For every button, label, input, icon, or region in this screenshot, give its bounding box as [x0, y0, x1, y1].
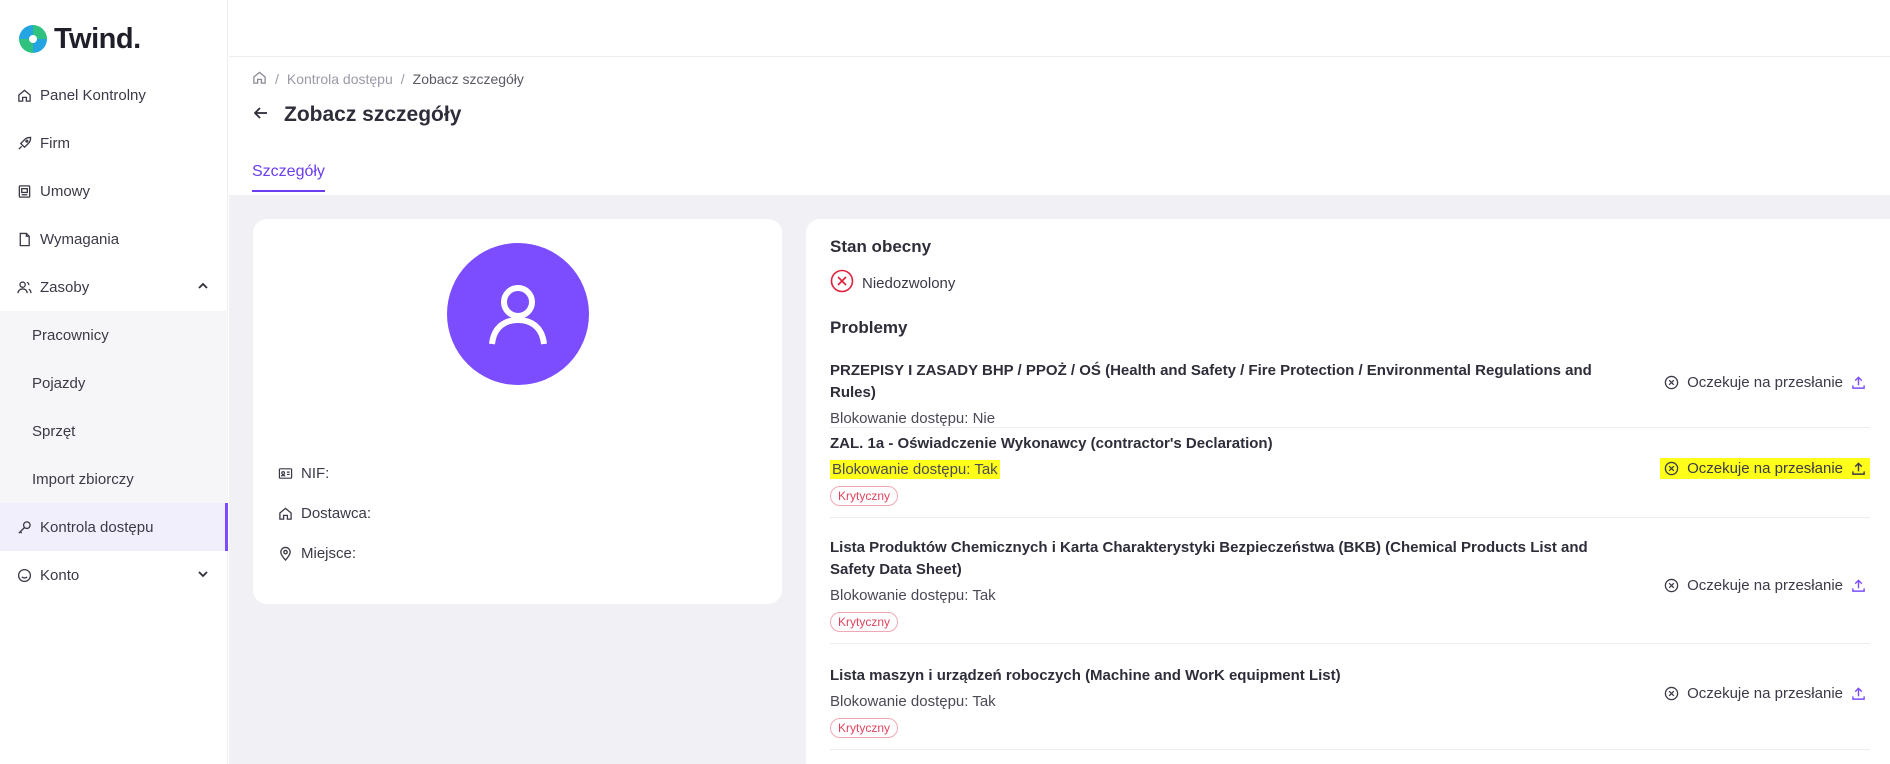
- breadcrumb-separator: /: [400, 71, 405, 87]
- chevron-up-icon[interactable]: [196, 279, 210, 293]
- sidebar-subitem-label: Pracownicy: [32, 326, 109, 344]
- sidebar-subitem-label: Pojazdy: [32, 374, 86, 392]
- critical-badge: Krytyczny: [830, 612, 899, 632]
- problem-item: ZAL. 1a - Oświadczenie Wykonawcy (contra…: [830, 433, 1870, 518]
- sidebar-item-firm[interactable]: Firm: [0, 119, 228, 167]
- problem-title: ZAL. 1a - Oświadczenie Wykonawcy (contra…: [830, 435, 1273, 452]
- users-icon: [16, 279, 32, 295]
- critical-badge: Krytyczny: [830, 486, 899, 506]
- status-value: Niedozwolony: [862, 274, 956, 292]
- problem-item: Lista maszyn i urządzeń roboczych (Machi…: [830, 665, 1870, 750]
- problem-blocking: Blokowanie dostępu: Tak: [830, 460, 1000, 479]
- problem-status-label: Oczekuje na przesłanie: [1687, 460, 1843, 477]
- breadcrumb: / Kontrola dostępu / Zobacz szczegóły: [252, 70, 524, 88]
- top-bar: [229, 0, 1890, 57]
- status-row: Niedozwolony: [830, 269, 955, 297]
- problems-title: Problemy: [830, 318, 908, 337]
- breadcrumb-current: Zobacz szczegóły: [412, 71, 524, 87]
- chevron-down-icon[interactable]: [196, 567, 210, 581]
- nif-label: NIF:: [301, 465, 330, 482]
- rocket-icon: [16, 135, 32, 151]
- id-card-icon: [277, 466, 293, 482]
- sidebar-item-label: Wymagania: [40, 230, 120, 248]
- contract-icon: [16, 183, 32, 199]
- logo[interactable]: Twind.: [16, 22, 141, 56]
- problem-title: Lista Produktów Chemicznych i Karta Char…: [830, 539, 1588, 578]
- avatar: [447, 243, 589, 385]
- problem-blocking: Blokowanie dostępu: Tak: [830, 693, 996, 710]
- place-label: Miejsce:: [301, 545, 357, 562]
- pending-circle-icon: [1664, 375, 1679, 390]
- status-title: Stan obecny: [830, 237, 932, 256]
- pending-circle-icon: [1664, 578, 1679, 593]
- logo-text: Twind.: [54, 22, 141, 55]
- sidebar-subitem-import-zbiorczy[interactable]: Import zbiorczy: [0, 455, 228, 503]
- error-circle-icon: [830, 269, 854, 297]
- problem-status: Oczekuje na przesłanie: [1660, 683, 1870, 704]
- sidebar-subitem-label: Sprzęt: [32, 422, 76, 440]
- sidebar-nav: Panel Kontrolny Firm Umowy Wymagania Zas…: [0, 71, 228, 599]
- location-pin-icon: [277, 546, 293, 562]
- sidebar-item-zasoby[interactable]: Zasoby: [0, 263, 228, 311]
- upload-icon[interactable]: [1851, 375, 1866, 390]
- sidebar-item-panel-kontrolny[interactable]: Panel Kontrolny: [0, 71, 228, 119]
- sidebar-item-label: Konto: [40, 566, 80, 584]
- problem-status: Oczekuje na przesłanie: [1660, 575, 1870, 596]
- nif-row: NIF:: [277, 465, 329, 482]
- breadcrumb-separator: /: [275, 71, 279, 87]
- sidebar-subitem-sprzet[interactable]: Sprzęt: [0, 407, 228, 455]
- supplier-label: Dostawca:: [301, 505, 372, 522]
- sidebar-item-label: Panel Kontrolny: [40, 86, 146, 104]
- page-header: Zobacz szczegóły: [252, 103, 461, 127]
- upload-icon[interactable]: [1851, 461, 1866, 476]
- profile-card: NIF: Dostawca: Miejsce:: [253, 219, 782, 604]
- supplier-row: Dostawca:: [277, 505, 371, 522]
- home-icon: [16, 87, 32, 103]
- sidebar-subitem-pojazdy[interactable]: Pojazdy: [0, 359, 228, 407]
- sidebar-subitem-pracownicy[interactable]: Pracownicy: [0, 311, 228, 359]
- problem-status-label: Oczekuje na przesłanie: [1687, 577, 1843, 594]
- problem-status-label: Oczekuje na przesłanie: [1687, 685, 1843, 702]
- sidebar: Twind. Panel Kontrolny Firm Umowy Wymaga…: [0, 0, 228, 764]
- pending-circle-icon: [1664, 686, 1679, 701]
- problem-status-label: Oczekuje na przesłanie: [1687, 374, 1843, 391]
- sidebar-subitem-label: Import zbiorczy: [32, 470, 134, 488]
- problem-blocking: Blokowanie dostępu: Nie: [830, 410, 996, 427]
- sidebar-item-konto[interactable]: Konto: [0, 551, 228, 599]
- problem-status: Oczekuje na przesłanie: [1660, 372, 1870, 393]
- smile-icon: [16, 567, 32, 583]
- sidebar-item-umowy[interactable]: Umowy: [0, 167, 228, 215]
- logo-mark-icon: [16, 22, 50, 56]
- upload-icon[interactable]: [1851, 686, 1866, 701]
- problem-item: Lista Produktów Chemicznych i Karta Char…: [830, 537, 1870, 644]
- sidebar-item-wymagania[interactable]: Wymagania: [0, 215, 228, 263]
- problem-blocking: Blokowanie dostępu: Tak: [830, 587, 996, 604]
- home-icon: [277, 506, 293, 522]
- sidebar-item-label: Kontrola dostępu: [40, 518, 154, 536]
- tab-szczegoly[interactable]: Szczegóły: [252, 163, 325, 192]
- problem-status: Oczekuje na przesłanie: [1660, 458, 1870, 479]
- user-icon: [489, 285, 547, 345]
- back-arrow-icon[interactable]: [252, 104, 270, 127]
- critical-badge: Krytyczny: [830, 718, 899, 738]
- upload-icon[interactable]: [1851, 578, 1866, 593]
- document-icon: [16, 231, 32, 247]
- sidebar-item-label: Umowy: [40, 182, 91, 200]
- problem-title: PRZEPISY I ZASADY BHP / PPOŻ / OŚ (Healt…: [830, 362, 1592, 401]
- home-icon[interactable]: [252, 70, 267, 88]
- key-icon: [16, 519, 32, 535]
- sidebar-item-label: Zasoby: [40, 278, 90, 296]
- sidebar-item-label: Firm: [40, 134, 70, 152]
- breadcrumb-link-kontrola-dostepu[interactable]: Kontrola dostępu: [287, 71, 393, 87]
- place-row: Miejsce:: [277, 545, 356, 562]
- sidebar-item-kontrola-dostepu[interactable]: Kontrola dostępu: [0, 503, 228, 551]
- details-card: Stan obecny Niedozwolony Problemy PRZEPI…: [806, 219, 1890, 764]
- problem-item: PRZEPISY I ZASADY BHP / PPOŻ / OŚ (Healt…: [830, 360, 1870, 428]
- pending-circle-icon: [1664, 461, 1679, 476]
- page-title: Zobacz szczegóły: [284, 103, 462, 126]
- problem-title: Lista maszyn i urządzeń roboczych (Machi…: [830, 667, 1341, 684]
